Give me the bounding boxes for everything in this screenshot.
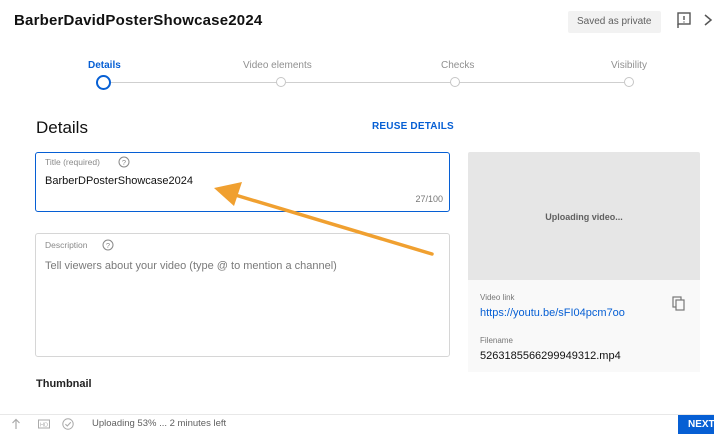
svg-text:?: ? (122, 158, 126, 167)
step-connector (286, 82, 451, 83)
video-preview: Uploading video... (468, 152, 700, 280)
thumbnail-heading: Thumbnail (36, 378, 92, 390)
uploading-status: Uploading video... (545, 212, 623, 222)
help-icon[interactable]: ? (118, 156, 130, 168)
dialog-title: BarberDavidPosterShowcase2024 (14, 12, 263, 29)
step-dot-checks[interactable] (450, 77, 460, 87)
step-checks[interactable]: Checks (441, 60, 474, 71)
upload-progress-text: Uploading 53% ... 2 minutes left (92, 418, 227, 429)
dialog-header: BarberDavidPosterShowcase2024 Saved as p… (0, 0, 714, 44)
saved-as-private-badge[interactable]: Saved as private (568, 11, 661, 33)
video-info-panel: Video link https://youtu.be/sFI04pcm7oo … (468, 280, 700, 372)
upload-arrow-icon (12, 418, 20, 429)
upload-footer: HD Uploading 53% ... 2 minutes left NEXT (0, 414, 714, 434)
chevron-right-icon[interactable] (702, 11, 714, 29)
step-dot-video-elements[interactable] (276, 77, 286, 87)
section-title: Details (36, 118, 88, 137)
step-details[interactable]: Details (88, 60, 121, 71)
svg-text:?: ? (106, 241, 110, 250)
step-visibility[interactable]: Visibility (611, 60, 647, 71)
reuse-details-button[interactable]: REUSE DETAILS (372, 121, 454, 132)
step-dot-details[interactable] (96, 75, 111, 90)
checks-icon (62, 418, 74, 430)
step-connector (110, 82, 278, 83)
title-field-label: Title (required) (45, 157, 100, 167)
description-field-label: Description (45, 240, 88, 250)
video-link[interactable]: https://youtu.be/sFI04pcm7oo (480, 307, 625, 319)
svg-text:HD: HD (40, 423, 48, 429)
filename: 5263185566299949312.mp4 (480, 350, 621, 362)
copy-icon[interactable] (672, 296, 686, 312)
step-connector (459, 82, 624, 83)
video-link-label: Video link (480, 293, 515, 302)
annotation-arrow (214, 182, 434, 256)
filename-label: Filename (480, 336, 513, 345)
step-dot-visibility[interactable] (624, 77, 634, 87)
step-video-elements[interactable]: Video elements (243, 60, 312, 71)
next-button[interactable]: NEXT (678, 415, 714, 434)
help-icon[interactable]: ? (102, 239, 114, 251)
title-input[interactable]: BarberDPosterShowcase2024 (45, 175, 193, 187)
feedback-flag-icon[interactable] (676, 11, 692, 29)
hd-icon: HD (38, 419, 50, 429)
